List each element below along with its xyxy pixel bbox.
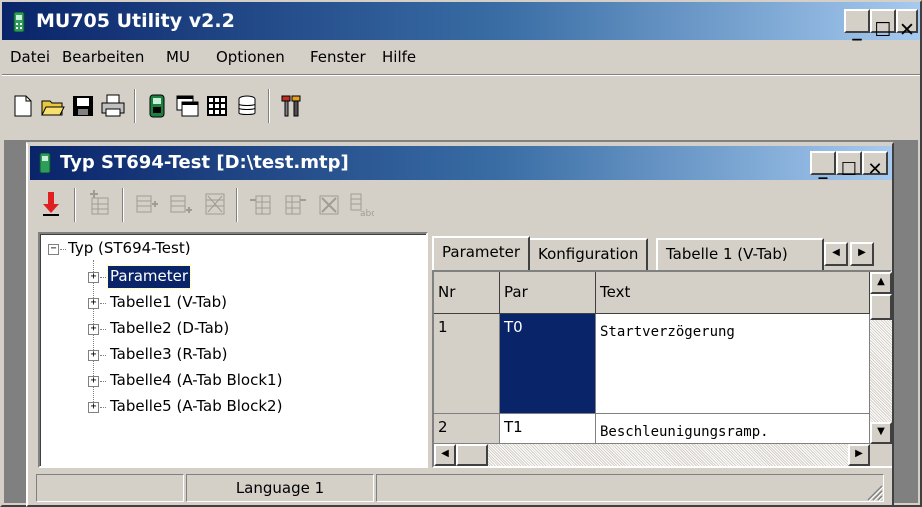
tab-parameter[interactable]: Parameter bbox=[432, 236, 531, 270]
tree-connector bbox=[100, 355, 106, 356]
document-title-bar[interactable]: Typ ST694-Test [D:\test.mtp] _ ☐ ✕ bbox=[30, 146, 892, 180]
main-toolbar bbox=[2, 74, 920, 140]
abc-icon[interactable]: abc bbox=[348, 190, 374, 218]
resize-grip-icon[interactable] bbox=[864, 482, 884, 502]
tree-item-tabelle2[interactable]: Tabelle2 (D-Tab) bbox=[110, 318, 229, 340]
tools-icon[interactable] bbox=[278, 93, 304, 119]
row-header[interactable]: 1 bbox=[434, 314, 500, 414]
parameter-grid[interactable]: Nr Par Text V 1 T0 Startverzögerung 2 2 … bbox=[432, 270, 892, 468]
copy-icon[interactable] bbox=[248, 190, 274, 218]
toolbar-separator bbox=[236, 188, 238, 222]
toolbar-separator bbox=[122, 188, 124, 222]
maximize-button[interactable]: ☐ bbox=[870, 9, 896, 41]
horizontal-scroll-track[interactable] bbox=[434, 444, 870, 466]
doc-minimize-button[interactable]: _ bbox=[810, 151, 836, 180]
tree-item-tabelle3[interactable]: Tabelle3 (R-Tab) bbox=[110, 344, 227, 366]
app-title-bar[interactable]: MU705 Utility v2.2 _ ☐ ✕ bbox=[2, 2, 920, 41]
row-header[interactable]: 2 bbox=[434, 414, 500, 444]
column-header-text[interactable]: Text bbox=[596, 272, 870, 314]
doc-maximize-button[interactable]: ☐ bbox=[836, 151, 862, 180]
tree-connector bbox=[100, 381, 106, 382]
tree-item-tabelle1[interactable]: Tabelle1 (V-Tab) bbox=[110, 292, 227, 314]
expand-toggle[interactable]: + bbox=[88, 350, 99, 361]
menu-hilfe[interactable]: Hilfe bbox=[382, 48, 416, 66]
grid-cell-par[interactable]: T1 bbox=[500, 414, 596, 444]
vertical-scroll-thumb[interactable] bbox=[870, 294, 892, 320]
expand-toggle[interactable]: + bbox=[88, 272, 99, 283]
scroll-down-button[interactable]: ▼ bbox=[870, 422, 892, 444]
scroll-left-button[interactable]: ◀ bbox=[434, 444, 456, 466]
status-panel-empty bbox=[36, 474, 184, 502]
toolbar-separator bbox=[74, 188, 76, 222]
tree-item-tabelle5[interactable]: Tabelle5 (A-Tab Block2) bbox=[110, 396, 282, 418]
scroll-up-button[interactable]: ▲ bbox=[870, 272, 892, 294]
print-icon[interactable] bbox=[100, 93, 126, 119]
status-language: Language 1 bbox=[186, 474, 374, 502]
toolbar-separator bbox=[268, 89, 270, 123]
column-header-nr[interactable]: Nr bbox=[434, 272, 500, 314]
tab-scroll-left[interactable]: ◀ bbox=[824, 242, 848, 266]
document-title: Typ ST694-Test [D:\test.mtp] bbox=[60, 152, 349, 173]
menu-mu[interactable]: MU bbox=[166, 48, 190, 66]
grid-cell-par[interactable]: T0 bbox=[500, 314, 596, 414]
tab-scroll-right[interactable]: ▶ bbox=[850, 242, 874, 266]
document-window: Typ ST694-Test [D:\test.mtp] _ ☐ ✕ abc −… bbox=[26, 142, 894, 507]
doc-close-button[interactable]: ✕ bbox=[862, 151, 888, 180]
table-icon[interactable] bbox=[204, 93, 230, 119]
tree-connector bbox=[60, 249, 66, 250]
status-panel-main bbox=[376, 474, 884, 502]
insert-row-icon[interactable] bbox=[86, 190, 112, 218]
download-icon[interactable] bbox=[38, 190, 64, 218]
expand-toggle[interactable]: + bbox=[88, 324, 99, 335]
expand-toggle[interactable]: + bbox=[88, 376, 99, 387]
tree-item-tabelle4[interactable]: Tabelle4 (A-Tab Block1) bbox=[110, 370, 282, 392]
close-button[interactable]: ✕ bbox=[896, 9, 918, 41]
toolbar-separator bbox=[134, 89, 136, 123]
save-icon[interactable] bbox=[70, 93, 96, 119]
new-file-icon[interactable] bbox=[10, 93, 36, 119]
grid-cell-text[interactable]: Startverzögerung bbox=[596, 314, 870, 414]
document-toolbar: abc bbox=[30, 182, 892, 226]
tree-view[interactable]: − Typ (ST694-Test) + Parameter + Tabelle… bbox=[38, 232, 428, 468]
clear-icon[interactable] bbox=[316, 190, 342, 218]
app-icon bbox=[13, 12, 25, 32]
expand-toggle[interactable]: + bbox=[88, 402, 99, 413]
tree-root[interactable]: Typ (ST694-Test) bbox=[68, 238, 191, 260]
horizontal-scroll-thumb[interactable] bbox=[456, 444, 488, 466]
database-icon[interactable] bbox=[234, 93, 260, 119]
menu-bar: Datei Bearbeiten MU Optionen Fenster Hil… bbox=[2, 40, 920, 74]
grid-cell-text[interactable]: Beschleunigungsramp. bbox=[596, 414, 870, 444]
tree-connector bbox=[100, 407, 106, 408]
delete-row-icon[interactable] bbox=[202, 190, 228, 218]
menu-datei[interactable]: Datei bbox=[10, 48, 50, 66]
column-header-par[interactable]: Par bbox=[500, 272, 596, 314]
minimize-button[interactable]: _ bbox=[844, 9, 870, 41]
collapse-toggle[interactable]: − bbox=[48, 244, 59, 255]
append-row-icon[interactable] bbox=[168, 190, 194, 218]
menu-bearbeiten[interactable]: Bearbeiten bbox=[62, 48, 144, 66]
menu-optionen[interactable]: Optionen bbox=[216, 48, 285, 66]
paste-icon[interactable] bbox=[282, 190, 308, 218]
tree-connector bbox=[100, 303, 106, 304]
menu-fenster[interactable]: Fenster bbox=[310, 48, 366, 66]
windows-icon[interactable] bbox=[174, 93, 200, 119]
add-row-icon[interactable] bbox=[134, 190, 160, 218]
open-folder-icon[interactable] bbox=[40, 93, 66, 119]
document-icon bbox=[39, 153, 51, 173]
svg-text:abc: abc bbox=[360, 209, 374, 218]
expand-toggle[interactable]: + bbox=[88, 298, 99, 309]
tab-tabelle1[interactable]: Tabelle 1 (V-Tab) bbox=[656, 238, 824, 270]
tree-connector bbox=[100, 329, 106, 330]
tree-connector bbox=[100, 277, 106, 278]
scroll-right-button[interactable]: ▶ bbox=[848, 444, 870, 466]
scroll-corner bbox=[870, 444, 892, 466]
device-icon[interactable] bbox=[144, 93, 170, 119]
app-title: MU705 Utility v2.2 bbox=[36, 10, 235, 32]
tree-item-parameter[interactable]: Parameter bbox=[106, 265, 192, 289]
tab-konfiguration[interactable]: Konfiguration bbox=[528, 238, 649, 270]
